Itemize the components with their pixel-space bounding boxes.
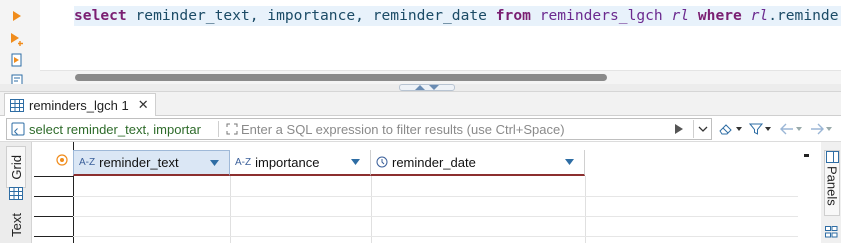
tab-panels[interactable]: Panels bbox=[824, 150, 840, 216]
sql-space bbox=[663, 7, 672, 24]
arrow-right-icon bbox=[811, 123, 824, 135]
query-label[interactable]: select reminder_text, importar bbox=[11, 119, 217, 139]
sql-space bbox=[742, 7, 751, 24]
chevron-down-icon[interactable] bbox=[348, 159, 362, 165]
panels-icon bbox=[825, 151, 839, 163]
table-grid-icon bbox=[10, 98, 24, 112]
presentation-switcher: Grid Text bbox=[0, 142, 32, 243]
sql-keyword-from: from bbox=[495, 7, 531, 24]
grid-tab-label: Grid bbox=[8, 154, 24, 180]
row-divider bbox=[34, 236, 73, 237]
divider bbox=[218, 121, 219, 137]
panels-tab-label: Panels bbox=[824, 166, 840, 206]
chevron-down-icon[interactable] bbox=[562, 159, 576, 165]
chevron-up-icon bbox=[415, 85, 425, 90]
grid-row-line bbox=[73, 196, 798, 197]
panel-marker bbox=[804, 154, 809, 157]
text-tab-label: Text bbox=[8, 213, 24, 237]
filter-settings-button[interactable] bbox=[749, 119, 771, 139]
results-tab-bar: reminders_lgch 1 ✕ bbox=[0, 92, 841, 116]
filter-toolbar: select reminder_text, importar bbox=[0, 116, 841, 142]
chevron-down-icon bbox=[736, 127, 742, 131]
scrollbar-thumb[interactable] bbox=[75, 74, 607, 81]
grid-settings-icon[interactable] bbox=[54, 152, 70, 168]
execute-new-tab-icon[interactable] bbox=[8, 31, 26, 47]
splitter-toggle[interactable] bbox=[399, 84, 455, 91]
forward-button[interactable] bbox=[810, 119, 832, 139]
filter-history-dropdown[interactable] bbox=[693, 120, 711, 138]
code-area[interactable]: select reminder_text, importance, remind… bbox=[40, 0, 841, 70]
sql-keyword-where: where bbox=[697, 7, 742, 24]
column-label: importance bbox=[255, 154, 320, 170]
sql-alias: rl bbox=[671, 7, 690, 24]
editor-toolbar bbox=[0, 0, 40, 86]
sql-editor: select reminder_text, importance, remind… bbox=[0, 0, 841, 86]
funnel-icon bbox=[749, 123, 763, 135]
execute-statement-icon[interactable] bbox=[8, 8, 26, 24]
chevron-down-icon bbox=[429, 85, 439, 90]
tab-label: reminders_lgch 1 bbox=[29, 97, 129, 113]
column-header-importance[interactable]: A-Z importance bbox=[230, 150, 371, 176]
dbeaver-sql-editor-window: select reminder_text, importance, remind… bbox=[0, 0, 841, 243]
row-divider bbox=[34, 196, 73, 197]
sql-line-1[interactable]: select reminder_text, importance, remind… bbox=[74, 6, 841, 26]
chevron-down-icon bbox=[826, 127, 832, 131]
clock-icon bbox=[376, 156, 388, 168]
arrow-left-icon bbox=[780, 123, 793, 135]
row-divider bbox=[34, 176, 73, 177]
results-grid[interactable]: A-Z reminder_text A-Z importance reminde… bbox=[32, 142, 821, 243]
sql-space bbox=[531, 7, 540, 24]
filter-input[interactable] bbox=[241, 120, 661, 138]
apply-filter-icon[interactable] bbox=[671, 120, 687, 138]
column-divider bbox=[230, 176, 231, 243]
expand-icon[interactable] bbox=[223, 120, 241, 138]
sql-table-name: reminders_lgch bbox=[539, 7, 663, 24]
column-divider bbox=[585, 176, 586, 243]
text-type-icon: A-Z bbox=[235, 156, 252, 168]
grid-view-icon[interactable] bbox=[6, 184, 26, 202]
column-label: reminder_text bbox=[99, 155, 179, 170]
close-icon[interactable]: ✕ bbox=[138, 97, 149, 113]
sql-tail: .reminder_d bbox=[768, 7, 841, 24]
tab-text[interactable]: Text bbox=[6, 208, 26, 242]
chevron-down-icon bbox=[765, 127, 771, 131]
row-divider bbox=[34, 216, 73, 217]
filter-box: select reminder_text, importar bbox=[6, 118, 712, 140]
erase-filter-button[interactable] bbox=[718, 119, 742, 139]
sql-query-icon bbox=[11, 122, 25, 136]
grid-layout-icon[interactable] bbox=[825, 225, 838, 238]
editor-horizontal-scrollbar[interactable] bbox=[40, 70, 841, 84]
editor-results-splitter[interactable] bbox=[0, 84, 841, 92]
back-button[interactable] bbox=[780, 119, 802, 139]
query-text: select reminder_text, importar bbox=[29, 121, 201, 137]
eraser-icon bbox=[719, 124, 732, 135]
column-label: reminder_date bbox=[392, 154, 476, 170]
sql-alias-ref: rl bbox=[750, 7, 769, 24]
panels-strip: Panels bbox=[821, 142, 841, 243]
sql-space bbox=[689, 7, 698, 24]
tab-grid[interactable]: Grid bbox=[6, 146, 26, 188]
chevron-down-icon[interactable] bbox=[207, 159, 221, 166]
chevron-down-icon bbox=[698, 126, 707, 132]
column-header-reminder-text[interactable]: A-Z reminder_text bbox=[73, 150, 230, 176]
sql-columns: reminder_text, importance, reminder_date bbox=[126, 7, 496, 24]
grid-row-line bbox=[73, 236, 798, 237]
execute-script-icon[interactable] bbox=[8, 52, 26, 68]
grid-row-line bbox=[73, 216, 798, 217]
column-divider bbox=[371, 176, 372, 243]
tab-reminders-lgch-1[interactable]: reminders_lgch 1 ✕ bbox=[4, 93, 156, 116]
sql-keyword-select: select bbox=[74, 7, 127, 24]
chevron-down-icon bbox=[796, 127, 802, 131]
text-type-icon: A-Z bbox=[79, 157, 96, 168]
row-number-column bbox=[32, 142, 73, 243]
column-header-reminder-date[interactable]: reminder_date bbox=[371, 150, 585, 176]
